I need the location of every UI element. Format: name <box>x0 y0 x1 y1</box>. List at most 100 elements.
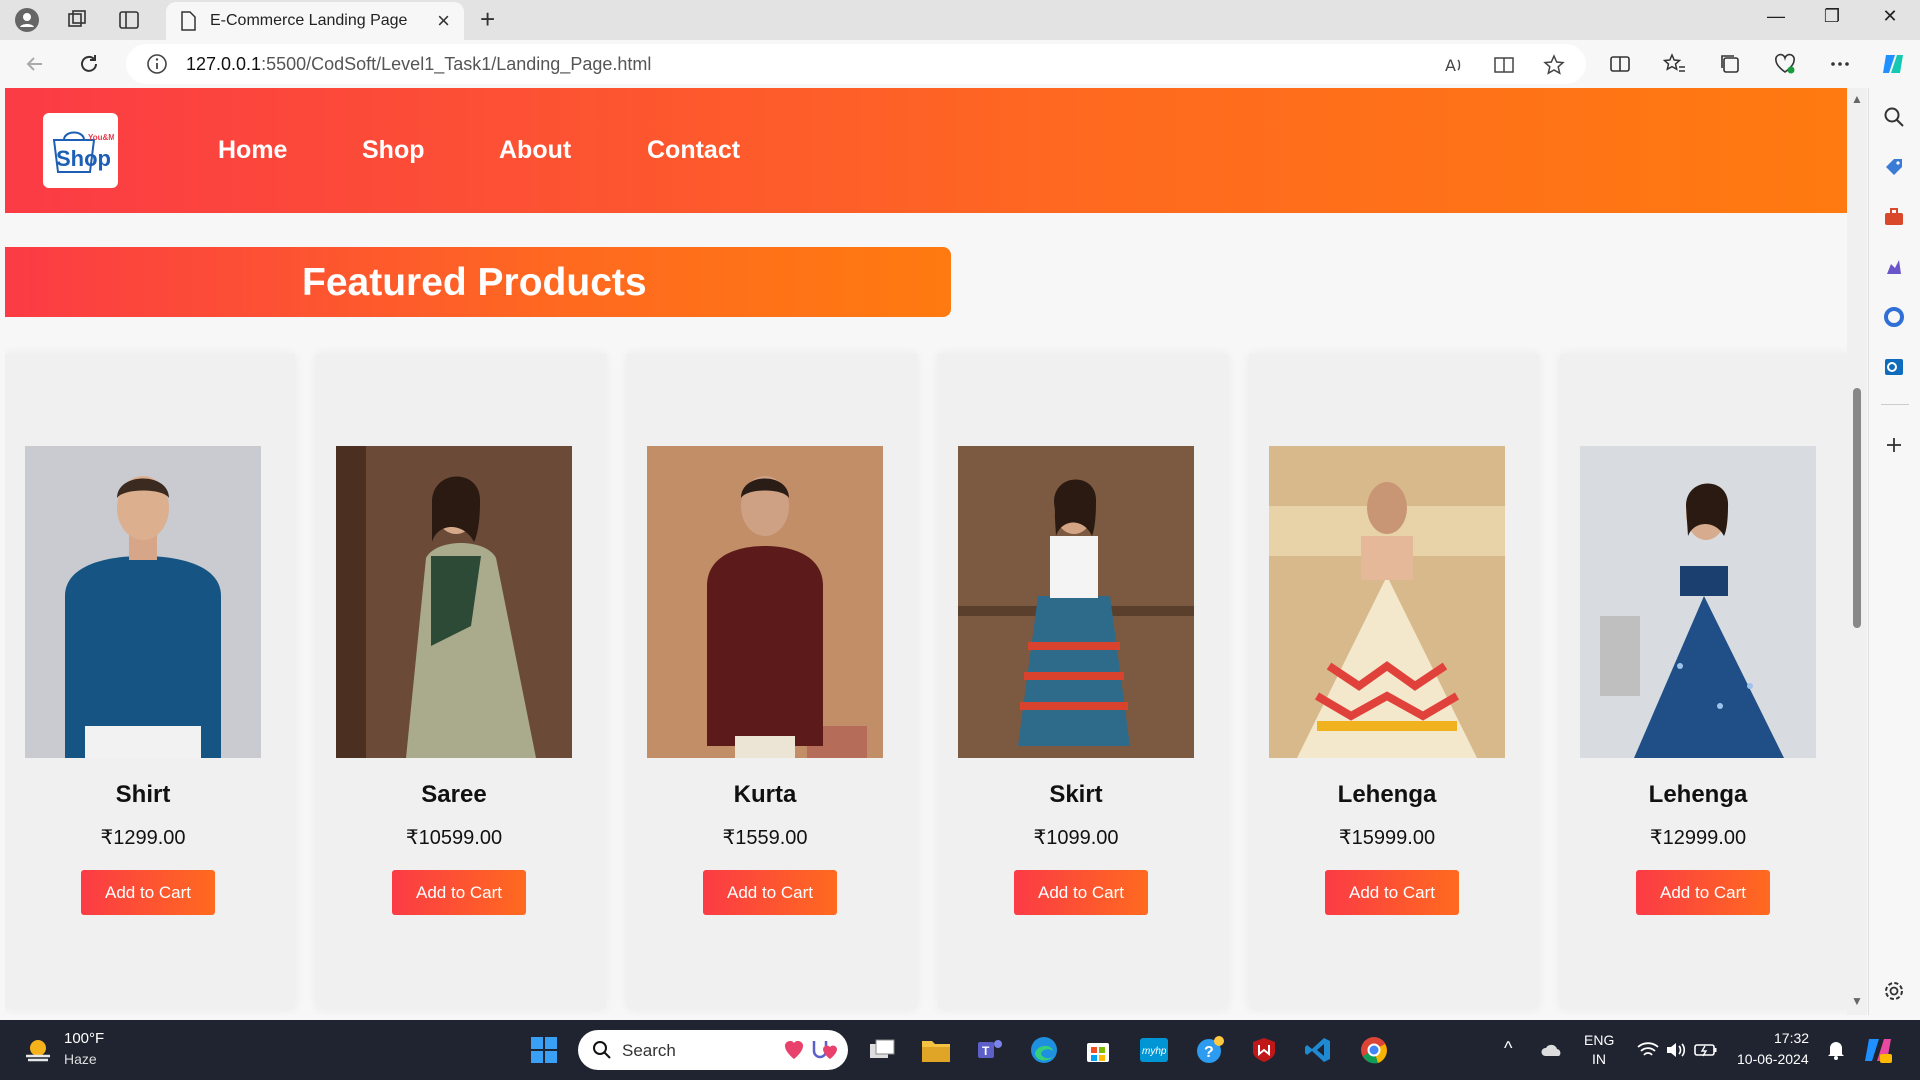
clock-date[interactable]: 10-06-2024 <box>1737 1051 1809 1067</box>
product-image-shirt[interactable] <box>25 446 261 758</box>
onedrive-icon[interactable] <box>1536 1034 1568 1066</box>
teams-icon[interactable]: T <box>974 1034 1006 1066</box>
favorites-icon[interactable] <box>1660 49 1690 79</box>
add-to-cart-button[interactable]: Add to Cart <box>703 870 837 915</box>
shopping-tag-icon[interactable] <box>1881 154 1907 180</box>
product-card: Shirt ₹1299.00 Add to Cart <box>5 354 295 1009</box>
add-to-cart-button[interactable]: Add to Cart <box>1014 870 1148 915</box>
favorite-star-icon[interactable] <box>1542 53 1566 77</box>
taskbar-search-box[interactable]: Search <box>578 1030 848 1070</box>
new-tab-button[interactable]: + <box>480 6 495 32</box>
tab-title: E-Commerce Landing Page <box>210 12 408 29</box>
info-icon[interactable] <box>146 53 168 80</box>
immersive-reader-icon[interactable] <box>1492 53 1516 77</box>
microsoft-store-icon[interactable] <box>1082 1034 1114 1066</box>
url-host: 127.0.0.1 <box>186 54 262 74</box>
svg-text:A: A <box>1445 56 1456 75</box>
add-to-cart-button[interactable]: Add to Cart <box>392 870 526 915</box>
active-tab[interactable]: E-Commerce Landing Page × <box>166 2 464 40</box>
split-screen-icon[interactable] <box>1605 49 1635 79</box>
outlook-icon[interactable] <box>1881 354 1907 380</box>
search-icon[interactable] <box>1881 104 1907 130</box>
scroll-thumb[interactable] <box>1853 388 1861 628</box>
page-scrollbar[interactable]: ▲ ▼ <box>1847 88 1867 1015</box>
language-indicator[interactable]: ENG <box>1584 1032 1614 1048</box>
task-view-icon[interactable] <box>866 1034 898 1066</box>
more-options-icon[interactable] <box>1825 49 1855 79</box>
page-icon <box>180 11 196 36</box>
url-field[interactable]: 127.0.0.1:5500/CodSoft/Level1_Task1/Land… <box>126 44 1586 84</box>
search-icon <box>592 1040 612 1065</box>
chrome-icon[interactable] <box>1358 1034 1390 1066</box>
search-highlight-icon <box>784 1037 840 1068</box>
product-image-skirt[interactable] <box>958 446 1194 758</box>
product-price: ₹1299.00 <box>100 827 186 849</box>
workspaces-icon[interactable] <box>62 5 92 35</box>
file-explorer-icon[interactable] <box>920 1034 952 1066</box>
vscode-icon[interactable] <box>1302 1034 1334 1066</box>
read-aloud-icon[interactable]: A <box>1442 53 1466 77</box>
games-icon[interactable] <box>1881 254 1907 280</box>
refresh-icon[interactable] <box>74 49 104 79</box>
mcafee-icon[interactable] <box>1248 1034 1280 1066</box>
show-hidden-icons-chevron-icon[interactable]: ^ <box>1504 1038 1512 1059</box>
back-arrow-icon[interactable] <box>20 49 50 79</box>
browser-tab-bar: E-Commerce Landing Page × + — ❐ ✕ <box>0 0 1920 40</box>
copilot-taskbar-icon[interactable] <box>1862 1034 1894 1066</box>
region-indicator[interactable]: IN <box>1592 1051 1606 1067</box>
restore-button[interactable]: ❐ <box>1812 6 1852 27</box>
nav-home[interactable]: Home <box>218 136 287 165</box>
notification-bell-icon[interactable] <box>1820 1034 1852 1066</box>
browser-essentials-icon[interactable] <box>1770 49 1800 79</box>
product-name: Skirt <box>1049 781 1103 808</box>
product-price: ₹12999.00 <box>1649 827 1747 849</box>
minimize-button[interactable]: — <box>1756 6 1796 27</box>
product-card: Skirt ₹1099.00 Add to Cart <box>938 354 1228 1009</box>
add-to-cart-button[interactable]: Add to Cart <box>1325 870 1459 915</box>
copilot-icon[interactable] <box>1878 49 1908 79</box>
nav-shop[interactable]: Shop <box>362 136 425 165</box>
product-image-kurta[interactable] <box>647 446 883 758</box>
product-name: Lehenga <box>1337 781 1437 808</box>
microsoft-365-icon[interactable] <box>1881 304 1907 330</box>
product-image-lehenga-2[interactable] <box>1580 446 1816 758</box>
clock-time[interactable]: 17:32 <box>1774 1030 1809 1046</box>
close-tab-icon[interactable]: × <box>437 8 450 34</box>
myhp-icon[interactable]: myhp <box>1138 1034 1170 1066</box>
product-price: ₹1099.00 <box>1033 827 1119 849</box>
product-card: Saree ₹10599.00 Add to Cart <box>316 354 606 1009</box>
edge-browser-icon[interactable] <box>1028 1034 1060 1066</box>
settings-gear-icon[interactable] <box>1881 978 1907 1004</box>
product-card: Lehenga ₹15999.00 Add to Cart <box>1249 354 1539 1009</box>
battery-icon[interactable] <box>1690 1034 1722 1066</box>
scroll-down-icon[interactable]: ▼ <box>1851 994 1863 1008</box>
site-header: You&Me Shop Home Shop About Contact <box>5 88 1847 213</box>
get-help-icon[interactable]: ? <box>1194 1034 1226 1066</box>
close-window-button[interactable]: ✕ <box>1870 6 1910 27</box>
logo-text: Shop <box>56 146 111 171</box>
product-price: ₹10599.00 <box>405 827 503 849</box>
collections-icon[interactable] <box>1715 49 1745 79</box>
url-path: :5500/CodSoft/Level1_Task1/Landing_Page.… <box>261 54 652 74</box>
add-to-cart-button[interactable]: Add to Cart <box>1636 870 1770 915</box>
add-to-cart-button[interactable]: Add to Cart <box>81 870 215 915</box>
product-card: Lehenga ₹12999.00 Add to Cart <box>1560 354 1847 1009</box>
weather-description: Haze <box>64 1051 97 1067</box>
sidebar-divider <box>1881 404 1909 405</box>
nav-about[interactable]: About <box>499 136 571 165</box>
product-image-lehenga-1[interactable] <box>1269 446 1505 758</box>
weather-icon[interactable] <box>22 1034 54 1071</box>
volume-icon[interactable] <box>1660 1034 1692 1066</box>
vertical-tabs-icon[interactable] <box>114 5 144 35</box>
scroll-up-icon[interactable]: ▲ <box>1851 92 1863 106</box>
tools-icon[interactable] <box>1881 204 1907 230</box>
featured-title: Featured Products <box>302 261 647 304</box>
product-name: Shirt <box>115 781 171 808</box>
nav-contact[interactable]: Contact <box>647 136 740 165</box>
shop-logo[interactable]: You&Me Shop <box>43 113 118 188</box>
product-image-saree[interactable] <box>336 446 572 758</box>
logo-small-text: You&Me <box>88 133 114 142</box>
profile-icon[interactable] <box>12 5 42 35</box>
add-icon[interactable] <box>1881 432 1907 458</box>
windows-start-icon[interactable] <box>528 1034 560 1066</box>
